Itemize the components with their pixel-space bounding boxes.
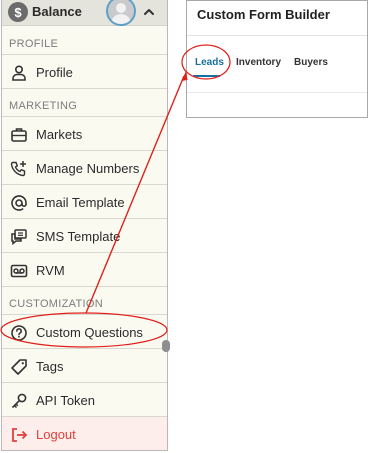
menu-header: $ Balance (2, 0, 167, 26)
menu-item-custom-questions-label: Custom Questions (36, 325, 143, 340)
menu-item-email-template-label: Email Template (36, 195, 125, 210)
menu-item-profile-label: Profile (36, 65, 73, 80)
builder-title: Custom Form Builder (197, 7, 330, 22)
menu-item-custom-questions[interactable]: Custom Questions (2, 315, 167, 349)
section-profile: PROFILE (2, 33, 167, 55)
menu-item-profile[interactable]: Profile (2, 55, 167, 89)
collapse-handle[interactable] (162, 340, 170, 352)
tab-leads[interactable]: Leads (195, 57, 224, 68)
dollar-icon: $ (8, 2, 28, 22)
menu-item-sms-template-label: SMS Template (36, 229, 121, 244)
section-marketing-label: MARKETING (9, 100, 78, 112)
menu-item-api-token-label: API Token (36, 393, 96, 408)
at-icon (11, 195, 27, 211)
logout-icon (12, 428, 28, 442)
account-menu: $ Balance PROFILE Profile MARKETING Mark… (1, 0, 168, 451)
voicemail-icon (10, 264, 28, 278)
question-circle-icon (11, 325, 27, 341)
menu-item-markets-label: Markets (36, 127, 83, 142)
section-profile-label: PROFILE (9, 38, 59, 50)
menu-item-markets[interactable]: Markets (2, 117, 167, 151)
avatar-shoulders (111, 14, 131, 24)
tab-inventory[interactable]: Inventory (236, 57, 281, 68)
menu-item-rvm[interactable]: RVM (2, 253, 167, 287)
section-customization-label: CUSTOMIZATION (9, 298, 103, 310)
builder-bottom-divider (187, 92, 367, 93)
menu-item-rvm-label: RVM (36, 263, 65, 278)
active-tab-underline (193, 75, 220, 77)
menu-item-tags-label: Tags (36, 359, 64, 374)
balance-label[interactable]: Balance (32, 4, 82, 19)
custom-form-builder-panel: Custom Form Builder Leads Inventory Buye… (186, 0, 368, 118)
key-icon (11, 393, 27, 409)
briefcase-icon (11, 128, 27, 142)
user-icon (12, 65, 26, 81)
menu-item-logout-label: Logout (36, 427, 76, 442)
menu-item-tags[interactable]: Tags (2, 349, 167, 383)
menu-item-sms-template[interactable]: SMS Template (2, 219, 167, 253)
menu-item-manage-numbers[interactable]: Manage Numbers (2, 151, 167, 185)
section-marketing: MARKETING (2, 95, 167, 117)
section-customization: CUSTOMIZATION (2, 293, 167, 315)
avatar-head (116, 3, 126, 13)
phone-plus-icon (10, 161, 26, 177)
tag-icon (11, 359, 27, 375)
menu-item-manage-numbers-label: Manage Numbers (36, 161, 140, 176)
avatar[interactable] (106, 0, 136, 26)
chat-icon (11, 229, 27, 246)
builder-divider (187, 35, 367, 36)
menu-item-logout[interactable]: Logout (2, 417, 167, 450)
chevron-up-icon[interactable] (142, 5, 156, 19)
tab-buyers[interactable]: Buyers (294, 57, 328, 68)
menu-item-email-template[interactable]: Email Template (2, 185, 167, 219)
menu-item-api-token[interactable]: API Token (2, 383, 167, 417)
